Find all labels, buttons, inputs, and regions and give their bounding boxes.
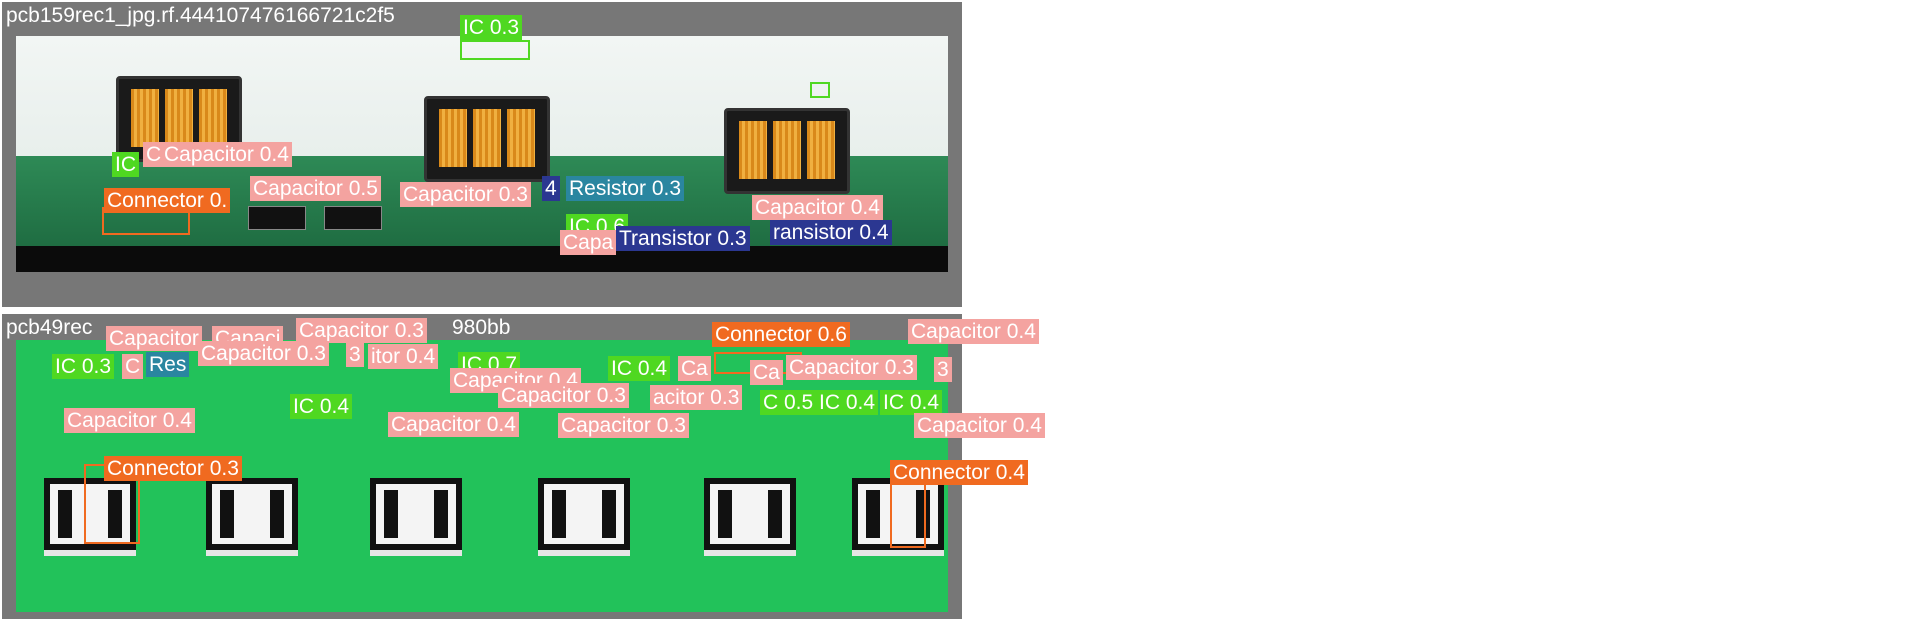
- prediction-panel-2: pcb49rec 980bb Capacitor Capaci Capacito…: [2, 314, 1045, 619]
- detection-label: Connector 0.: [104, 188, 231, 213]
- detection-label: IC 0.3: [460, 15, 523, 40]
- transformer: [206, 478, 298, 550]
- detection-label: C: [122, 354, 144, 379]
- detection-label: Capacitor 0.3: [296, 318, 427, 343]
- detection-label: Capacitor: [106, 326, 202, 351]
- detection-label: Capacitor 0.3: [786, 355, 917, 380]
- detection-label: Connector 0.3: [104, 456, 242, 481]
- transformer: [370, 478, 462, 550]
- detection-label: 4: [542, 176, 560, 201]
- detection-label: Capacitor 0.4: [161, 142, 292, 167]
- detection-label: IC 0.4: [880, 390, 943, 415]
- detection-label: Capacitor 0.4: [388, 412, 519, 437]
- detection-label: Transistor 0.3: [616, 226, 750, 251]
- chip: [248, 206, 306, 230]
- detection-label: C 0.5: [760, 390, 817, 415]
- prediction-panel-1: pcb159rec1_jpg.rf.4441074761667​21c2f5 I…: [2, 2, 962, 307]
- detection-label: Capacitor 0.3: [558, 413, 689, 438]
- detection-label: IC 0.4: [816, 390, 879, 415]
- detection-label: Capacitor 0.4: [64, 408, 195, 433]
- transformer-coil: [424, 96, 550, 182]
- detection-label: Capacitor 0.3: [198, 341, 329, 366]
- detection-label: Capacitor 0.4: [914, 413, 1045, 438]
- transformer: [704, 478, 796, 550]
- detection-label: IC: [112, 152, 139, 177]
- detection-label: Capacitor 0.3: [498, 383, 629, 408]
- detection-label: ransistor 0.4: [770, 220, 892, 245]
- detection-label: IC 0.4: [608, 356, 671, 381]
- detection-label: acitor 0.3: [650, 385, 743, 410]
- detection-label: itor 0.4: [368, 344, 439, 369]
- detection-label: Capa: [560, 230, 617, 255]
- detection-label: IC 0.4: [290, 394, 353, 419]
- ic-box: [460, 40, 530, 60]
- image-title-tail: 980bb: [452, 316, 511, 339]
- detection-label: Capacitor 0.5: [250, 176, 381, 201]
- detection-label: 3: [934, 357, 952, 382]
- detection-label: Res: [146, 352, 190, 377]
- detection-label: IC 0.3: [52, 354, 115, 379]
- image-title: pcb49rec: [6, 316, 93, 339]
- detection-label: Capacitor 0.4: [752, 195, 883, 220]
- detection-label: Connector 0.4: [890, 460, 1028, 485]
- detection-label: Ca: [678, 356, 711, 381]
- transformer-coil: [724, 108, 850, 194]
- detection-label: Capacitor 0.3: [400, 182, 531, 207]
- ic-box: [810, 82, 830, 98]
- detection-label: Connector 0.6: [712, 322, 850, 347]
- detection-label: Resistor 0.3: [566, 176, 685, 201]
- chip: [324, 206, 382, 230]
- detection-label: 3: [346, 342, 364, 367]
- image-title: pcb159rec1_jpg.rf.4441074761667​21c2f5: [6, 4, 395, 27]
- detection-label: Capacitor 0.4: [908, 319, 1039, 344]
- detection-label: Ca: [750, 360, 783, 385]
- transformer: [538, 478, 630, 550]
